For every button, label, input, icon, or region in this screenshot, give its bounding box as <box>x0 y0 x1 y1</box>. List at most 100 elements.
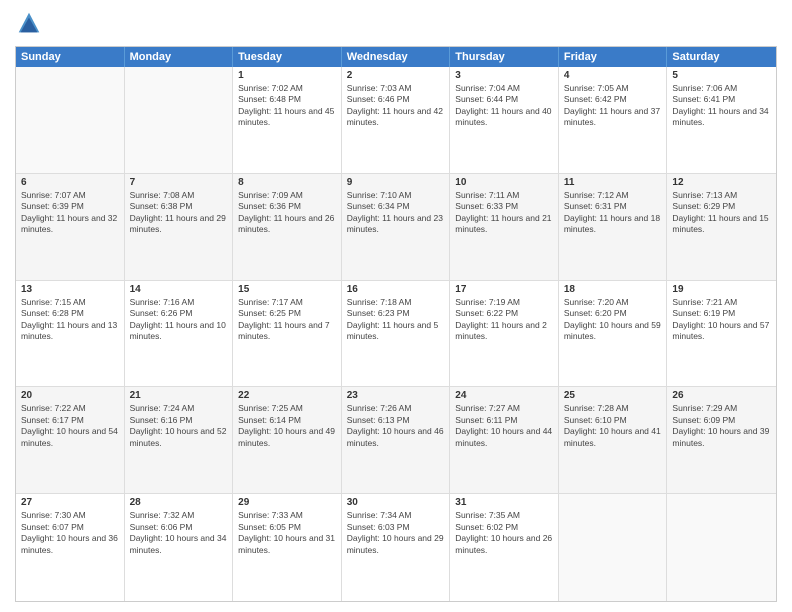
calendar-day: 23 Sunrise: 7:26 AMSunset: 6:13 PMDayligh… <box>342 387 451 493</box>
day-number: 27 <box>21 497 119 508</box>
calendar-day: 15 Sunrise: 7:17 AMSunset: 6:25 PMDayligh… <box>233 281 342 387</box>
calendar-day: 18 Sunrise: 7:20 AMSunset: 6:20 PMDayligh… <box>559 281 668 387</box>
day-detail: Sunrise: 7:35 AMSunset: 6:02 PMDaylight:… <box>455 510 553 556</box>
day-number: 9 <box>347 177 445 188</box>
calendar-day: 13Sunrise: 7:15 AMSunset: 6:28 PMDayligh… <box>16 281 125 387</box>
day-number: 21 <box>130 390 228 401</box>
calendar-day: 22Sunrise: 7:25 AMSunset: 6:14 PMDayligh… <box>233 387 342 493</box>
calendar-body: 1 Sunrise: 7:02 AMSunset: 6:48 PMDaylight… <box>16 67 776 601</box>
weekday-header: Wednesday <box>342 47 451 67</box>
day-number: 25 <box>564 390 662 401</box>
calendar-day: 8 Sunrise: 7:09 AMSunset: 6:36 PMDaylight… <box>233 174 342 280</box>
calendar-day: 4 Sunrise: 7:05 AMSunset: 6:42 PMDaylight… <box>559 67 668 173</box>
empty-day <box>559 494 668 601</box>
day-detail: Sunrise: 7:09 AMSunset: 6:36 PMDaylight:… <box>238 190 336 236</box>
calendar-row: 20 Sunrise: 7:22 AMSunset: 6:17 PMDayligh… <box>16 387 776 494</box>
day-number: 13 <box>21 284 119 295</box>
day-number: 28 <box>130 497 228 508</box>
calendar-day: 25 Sunrise: 7:28 AMSunset: 6:10 PMDayligh… <box>559 387 668 493</box>
day-detail: Sunrise: 7:07 AMSunset: 6:39 PMDaylight:… <box>21 190 119 236</box>
calendar-day: 6Sunrise: 7:07 AMSunset: 6:39 PMDaylight… <box>16 174 125 280</box>
day-detail: Sunrise: 7:32 AMSunset: 6:06 PMDaylight:… <box>130 510 228 556</box>
calendar-day: 16 Sunrise: 7:18 AMSunset: 6:23 PMDayligh… <box>342 281 451 387</box>
calendar-day: 21 Sunrise: 7:24 AMSunset: 6:16 PMDayligh… <box>125 387 234 493</box>
day-number: 24 <box>455 390 553 401</box>
day-detail: Sunrise: 7:28 AMSunset: 6:10 PMDaylight:… <box>564 403 662 449</box>
day-detail: Sunrise: 7:17 AMSunset: 6:25 PMDaylight:… <box>238 297 336 343</box>
day-number: 5 <box>672 70 771 81</box>
empty-day <box>667 494 776 601</box>
logo-icon <box>15 10 43 38</box>
calendar-day: 24 Sunrise: 7:27 AMSunset: 6:11 PMDayligh… <box>450 387 559 493</box>
day-detail: Sunrise: 7:19 AMSunset: 6:22 PMDaylight:… <box>455 297 553 343</box>
page: SundayMondayTuesdayWednesdayThursdayFrid… <box>0 0 792 612</box>
day-detail: Sunrise: 7:33 AMSunset: 6:05 PMDaylight:… <box>238 510 336 556</box>
day-number: 10 <box>455 177 553 188</box>
day-number: 16 <box>347 284 445 295</box>
day-detail: Sunrise: 7:18 AMSunset: 6:23 PMDaylight:… <box>347 297 445 343</box>
day-number: 7 <box>130 177 228 188</box>
day-detail: Sunrise: 7:11 AMSunset: 6:33 PMDaylight:… <box>455 190 553 236</box>
calendar-day: 10 Sunrise: 7:11 AMSunset: 6:33 PMDayligh… <box>450 174 559 280</box>
day-number: 31 <box>455 497 553 508</box>
header <box>15 10 777 38</box>
calendar-day: 7 Sunrise: 7:08 AMSunset: 6:38 PMDaylight… <box>125 174 234 280</box>
day-detail: Sunrise: 7:16 AMSunset: 6:26 PMDaylight:… <box>130 297 228 343</box>
day-number: 12 <box>672 177 771 188</box>
calendar-day: 20 Sunrise: 7:22 AMSunset: 6:17 PMDayligh… <box>16 387 125 493</box>
day-number: 22 <box>238 390 336 401</box>
calendar-row: 13Sunrise: 7:15 AMSunset: 6:28 PMDayligh… <box>16 281 776 388</box>
calendar-day: 5 Sunrise: 7:06 AMSunset: 6:41 PMDaylight… <box>667 67 776 173</box>
day-detail: Sunrise: 7:02 AMSunset: 6:48 PMDaylight:… <box>238 83 336 129</box>
day-detail: Sunrise: 7:26 AMSunset: 6:13 PMDaylight:… <box>347 403 445 449</box>
weekday-header: Saturday <box>667 47 776 67</box>
day-detail: Sunrise: 7:21 AMSunset: 6:19 PMDaylight:… <box>672 297 771 343</box>
day-number: 23 <box>347 390 445 401</box>
calendar-day: 31 Sunrise: 7:35 AMSunset: 6:02 PMDayligh… <box>450 494 559 601</box>
day-number: 26 <box>672 390 771 401</box>
day-detail: Sunrise: 7:08 AMSunset: 6:38 PMDaylight:… <box>130 190 228 236</box>
day-number: 15 <box>238 284 336 295</box>
calendar-day: 11Sunrise: 7:12 AMSunset: 6:31 PMDayligh… <box>559 174 668 280</box>
day-detail: Sunrise: 7:04 AMSunset: 6:44 PMDaylight:… <box>455 83 553 129</box>
calendar-row: 1 Sunrise: 7:02 AMSunset: 6:48 PMDaylight… <box>16 67 776 174</box>
calendar-row: 6Sunrise: 7:07 AMSunset: 6:39 PMDaylight… <box>16 174 776 281</box>
calendar-day: 3 Sunrise: 7:04 AMSunset: 6:44 PMDaylight… <box>450 67 559 173</box>
day-detail: Sunrise: 7:24 AMSunset: 6:16 PMDaylight:… <box>130 403 228 449</box>
weekday-header: Thursday <box>450 47 559 67</box>
weekday-header: Tuesday <box>233 47 342 67</box>
day-number: 20 <box>21 390 119 401</box>
day-number: 3 <box>455 70 553 81</box>
calendar-day: 26 Sunrise: 7:29 AMSunset: 6:09 PMDayligh… <box>667 387 776 493</box>
day-detail: Sunrise: 7:06 AMSunset: 6:41 PMDaylight:… <box>672 83 771 129</box>
day-number: 18 <box>564 284 662 295</box>
calendar-day: 17 Sunrise: 7:19 AMSunset: 6:22 PMDayligh… <box>450 281 559 387</box>
day-detail: Sunrise: 7:12 AMSunset: 6:31 PMDaylight:… <box>564 190 662 236</box>
day-detail: Sunrise: 7:29 AMSunset: 6:09 PMDaylight:… <box>672 403 771 449</box>
weekday-header: Friday <box>559 47 668 67</box>
day-number: 30 <box>347 497 445 508</box>
calendar-day: 9Sunrise: 7:10 AMSunset: 6:34 PMDaylight… <box>342 174 451 280</box>
logo <box>15 10 47 38</box>
day-detail: Sunrise: 7:27 AMSunset: 6:11 PMDaylight:… <box>455 403 553 449</box>
day-detail: Sunrise: 7:34 AMSunset: 6:03 PMDaylight:… <box>347 510 445 556</box>
day-number: 19 <box>672 284 771 295</box>
day-detail: Sunrise: 7:22 AMSunset: 6:17 PMDaylight:… <box>21 403 119 449</box>
day-detail: Sunrise: 7:30 AMSunset: 6:07 PMDaylight:… <box>21 510 119 556</box>
day-number: 8 <box>238 177 336 188</box>
day-detail: Sunrise: 7:20 AMSunset: 6:20 PMDaylight:… <box>564 297 662 343</box>
empty-day <box>125 67 234 173</box>
day-number: 17 <box>455 284 553 295</box>
day-number: 2 <box>347 70 445 81</box>
day-detail: Sunrise: 7:05 AMSunset: 6:42 PMDaylight:… <box>564 83 662 129</box>
calendar-day: 27 Sunrise: 7:30 AMSunset: 6:07 PMDayligh… <box>16 494 125 601</box>
calendar-day: 14Sunrise: 7:16 AMSunset: 6:26 PMDayligh… <box>125 281 234 387</box>
day-number: 4 <box>564 70 662 81</box>
calendar-row: 27 Sunrise: 7:30 AMSunset: 6:07 PMDayligh… <box>16 494 776 601</box>
day-detail: Sunrise: 7:13 AMSunset: 6:29 PMDaylight:… <box>672 190 771 236</box>
calendar-day: 28 Sunrise: 7:32 AMSunset: 6:06 PMDayligh… <box>125 494 234 601</box>
calendar: SundayMondayTuesdayWednesdayThursdayFrid… <box>15 46 777 602</box>
weekday-header: Sunday <box>16 47 125 67</box>
day-number: 1 <box>238 70 336 81</box>
calendar-header: SundayMondayTuesdayWednesdayThursdayFrid… <box>16 47 776 67</box>
